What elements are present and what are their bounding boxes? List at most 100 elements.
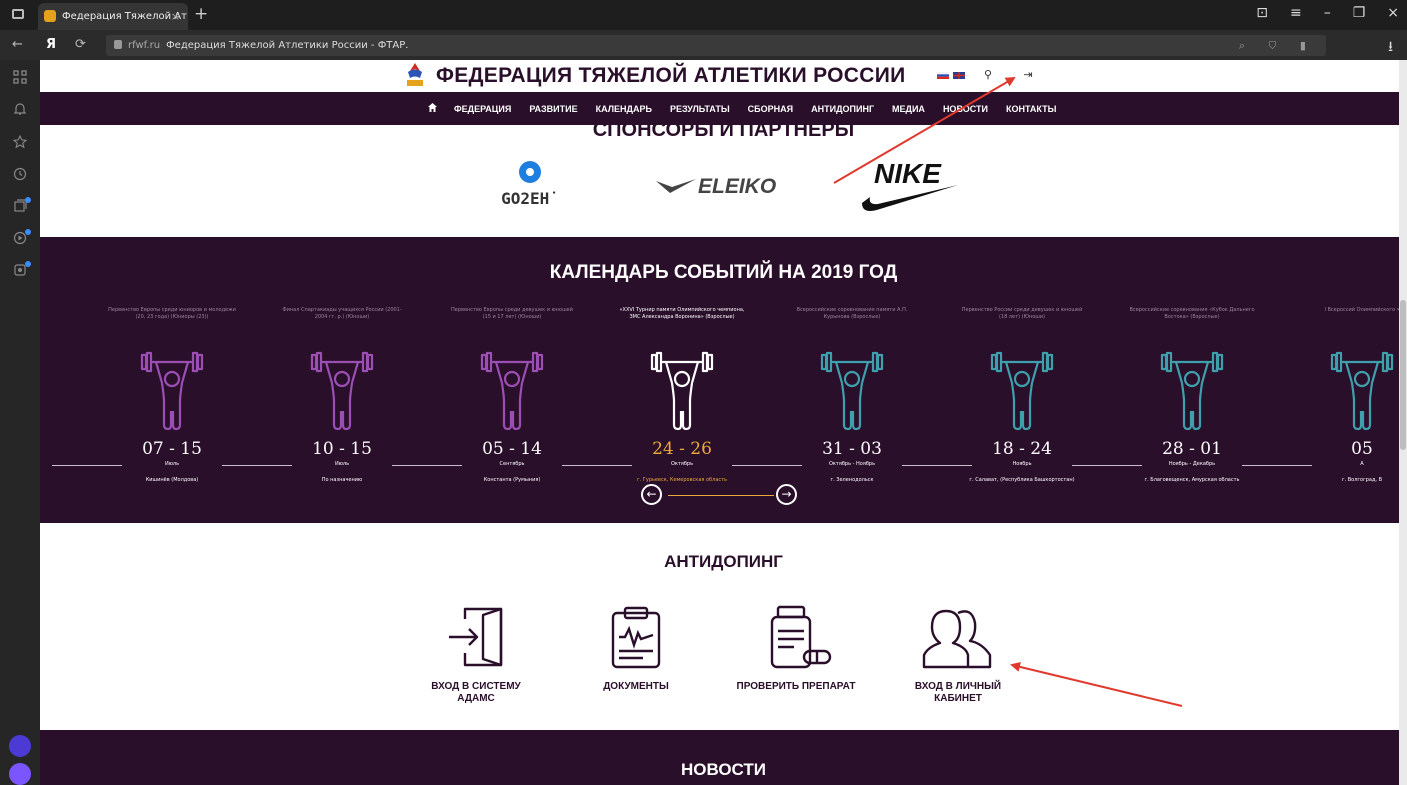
nav-item-team[interactable]: СБОРНАЯ bbox=[748, 104, 793, 114]
event-name: (Взрослые) bbox=[40, 307, 77, 327]
calendar-event[interactable]: Всероссийские соревнования «Кубок Дальне… bbox=[1117, 307, 1267, 483]
play-icon[interactable] bbox=[11, 229, 31, 249]
event-month: Ноябрь bbox=[1012, 461, 1032, 467]
event-name: I Всероссий Олимпийского ч bbox=[1324, 307, 1400, 313]
home-icon[interactable] bbox=[428, 103, 437, 112]
window-control-close-icon[interactable]: × bbox=[1387, 5, 1399, 21]
address-bar: ← Я ⟳ rfwf.ru Федерация Тяжелой Атлетики … bbox=[0, 30, 1407, 60]
bell-icon[interactable] bbox=[11, 102, 29, 120]
scrollbar-thumb[interactable] bbox=[1400, 300, 1406, 450]
new-tab-button[interactable]: + bbox=[194, 4, 208, 24]
event-date: )1 bbox=[40, 439, 77, 459]
nav-item-antidoping[interactable]: АНТИДОПИНГ bbox=[811, 104, 874, 114]
event-name: Первенство России среди девушек и юношей… bbox=[961, 307, 1083, 320]
event-name: Всероссийские соревнования памяти А.П. К… bbox=[796, 307, 908, 320]
collections-icon[interactable] bbox=[11, 197, 31, 217]
assistant-icon[interactable] bbox=[9, 763, 31, 785]
event-month: Октябрь - Ноябрь bbox=[828, 461, 876, 467]
download-icon[interactable]: ⭳ bbox=[1388, 36, 1393, 60]
url-page-title: Федерация Тяжелой Атлетики России - ФТАР… bbox=[166, 40, 409, 51]
url-domain: rfwf.ru bbox=[128, 40, 161, 51]
calendar-next-button[interactable]: → bbox=[776, 484, 797, 505]
tabs-menu-icon[interactable] bbox=[12, 9, 24, 19]
browser-sidebar bbox=[0, 60, 40, 785]
federation-logo-icon[interactable] bbox=[404, 62, 426, 88]
antidoping-section: АНТИДОПИНГ ВХОД В СИСТЕМУ АДАМС ДОКУМЕНТ… bbox=[40, 523, 1407, 730]
site-title[interactable]: ФЕДЕРАЦИЯ ТЯЖЕЛОЙ АТЛЕТИКИ РОССИИ bbox=[436, 64, 906, 88]
antidoping-title: АНТИДОПИНГ bbox=[664, 552, 783, 571]
history-icon[interactable] bbox=[11, 167, 29, 185]
window-controls: ⊡ ≡ – ❐ × bbox=[1256, 5, 1399, 21]
window-control-profile-icon[interactable]: ⊡ bbox=[1256, 5, 1268, 21]
calendar-event[interactable]: Всероссийские соревнования памяти А.П. К… bbox=[777, 307, 927, 483]
page-scrollbar[interactable] bbox=[1399, 60, 1407, 785]
reload-icon[interactable]: ⟳ bbox=[75, 37, 86, 52]
back-icon[interactable]: ← bbox=[12, 37, 23, 52]
nav-item-media[interactable]: МЕДИА bbox=[892, 104, 925, 114]
event-month: юль bbox=[40, 461, 77, 467]
site-header: ФЕДЕРАЦИЯ ТЯЖЕЛОЙ АТЛЕТИКИ РОССИИ ⚲ ⇥ bbox=[40, 60, 1407, 92]
nav-item-federation[interactable]: ФЕДЕРАЦИЯ bbox=[454, 104, 511, 114]
news-section: НОВОСТИ bbox=[40, 730, 1407, 785]
check-drug-label: ПРОВЕРИТЬ ПРЕПАРАТ bbox=[736, 681, 856, 692]
event-date: 31 - 03 bbox=[822, 439, 882, 459]
event-location: По назначению bbox=[321, 477, 363, 483]
nav-item-development[interactable]: РАЗВИТИЕ bbox=[529, 104, 577, 114]
event-month: Октябрь bbox=[670, 461, 694, 467]
alice-icon[interactable] bbox=[9, 735, 31, 757]
header-icons[interactable]: ⚲ ⇥ bbox=[984, 68, 1047, 81]
flag-en-icon[interactable] bbox=[953, 72, 965, 79]
calendar-event[interactable]: I Всероссий Олимпийского ч 05 Аг. Волгогра… bbox=[1287, 307, 1407, 483]
news-title: НОВОСТИ bbox=[680, 760, 767, 779]
personal-cabinet-item[interactable]: ВХОД В ЛИЧНЫЙ КАБИНЕТ bbox=[898, 605, 1018, 705]
event-location: г. Благовещенск, Амурская область bbox=[1144, 477, 1240, 483]
calendar-section: КАЛЕНДАРЬ СОБЫТИЙ НА 2019 ГОД (Взрослые)… bbox=[40, 237, 1407, 523]
window-control-minimize-icon[interactable]: – bbox=[1324, 5, 1331, 21]
documents-item[interactable]: ДОКУМЕНТЫ bbox=[576, 605, 696, 693]
event-date: 28 - 01 bbox=[1162, 439, 1222, 459]
event-date: 24 - 26 bbox=[652, 439, 712, 459]
calendar-active-underline bbox=[668, 495, 774, 496]
calendar-event[interactable]: Финал Спартакиады учащихся России (2001-… bbox=[267, 307, 417, 483]
event-name: Финал Спартакиады учащихся России (2001-… bbox=[282, 307, 402, 320]
users-icon bbox=[922, 609, 992, 669]
nav-item-calendar[interactable]: КАЛЕНДАРЬ bbox=[596, 104, 652, 114]
tab-close-icon[interactable]: × bbox=[171, 3, 180, 30]
weightlifter-icon bbox=[650, 351, 714, 431]
event-month: Июль bbox=[334, 461, 350, 467]
url-field[interactable]: rfwf.ru Федерация Тяжелой Атлетики России… bbox=[106, 35, 1326, 56]
nav-item-contacts[interactable]: КОНТАКТЫ bbox=[1006, 104, 1056, 114]
sponsor-nike[interactable]: NIKE bbox=[860, 159, 960, 217]
grid-icon[interactable] bbox=[11, 70, 29, 88]
sponsor-gozen[interactable]: GO2EH˙ bbox=[500, 161, 560, 221]
zen-icon[interactable] bbox=[11, 261, 31, 281]
event-name: Первенство Европы среди юниоров и молоде… bbox=[108, 307, 236, 320]
calendar-prev-button[interactable]: ← bbox=[641, 484, 662, 505]
calendar-event[interactable]: «XXVI Турнир памяти Олимпийского чемпион… bbox=[607, 307, 757, 483]
event-date: 05 bbox=[1351, 439, 1373, 459]
window-control-menu-icon[interactable]: ≡ bbox=[1290, 5, 1302, 21]
calendar-event[interactable]: Первенство России среди девушек и юношей… bbox=[947, 307, 1097, 483]
nav-item-results[interactable]: РЕЗУЛЬТАТЫ bbox=[670, 104, 730, 114]
calendar-event[interactable]: Первенство Европы среди юниоров и молоде… bbox=[97, 307, 247, 483]
adams-login-item[interactable]: ВХОД В СИСТЕМУ АДАМС bbox=[416, 605, 536, 705]
nav-item-news[interactable]: НОВОСТИ bbox=[943, 104, 988, 114]
weightlifter-icon bbox=[140, 351, 204, 431]
yandex-logo[interactable]: Я bbox=[46, 37, 56, 52]
calendar-event[interactable]: (Взрослые) )1 юль ровская область bbox=[40, 307, 77, 483]
favicon-icon bbox=[44, 10, 56, 22]
star-icon[interactable] bbox=[11, 134, 29, 153]
event-location: Константа (Румыния) bbox=[483, 477, 541, 483]
event-location: ровская область bbox=[40, 477, 77, 483]
calendar-event[interactable]: Первенство Европы среди девушек и юношей… bbox=[437, 307, 587, 483]
flag-ru-icon[interactable] bbox=[937, 72, 949, 79]
tab-title: Федерация Тяжелой Ат bbox=[62, 11, 187, 22]
url-actions-icons[interactable]: ⌕ ⛉ ▮ bbox=[1239, 35, 1316, 56]
browser-tab[interactable]: Федерация Тяжелой Ат × bbox=[38, 3, 188, 30]
window-control-restore-icon[interactable]: ❐ bbox=[1353, 5, 1366, 21]
gozen-eye-icon bbox=[519, 161, 541, 183]
check-drug-item[interactable]: ПРОВЕРИТЬ ПРЕПАРАТ bbox=[736, 605, 856, 693]
event-name: Первенство Европы среди девушек и юношей… bbox=[451, 307, 573, 320]
documents-label: ДОКУМЕНТЫ bbox=[603, 681, 669, 692]
sponsor-eleiko[interactable]: ELEIKO bbox=[656, 175, 776, 199]
